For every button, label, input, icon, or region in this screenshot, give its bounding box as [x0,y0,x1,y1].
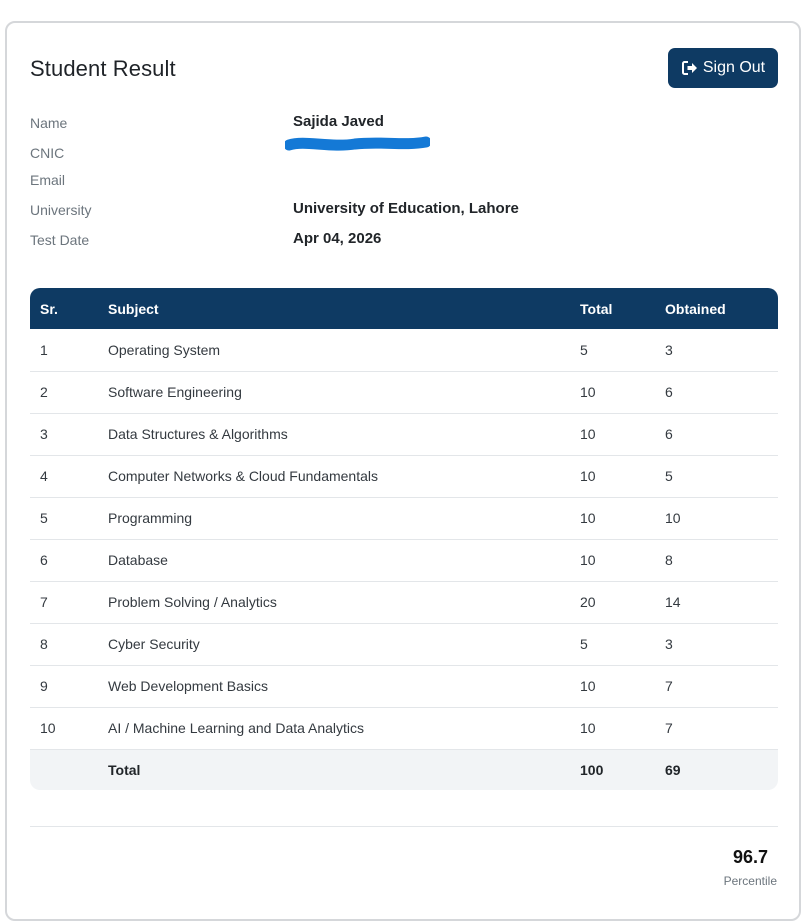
cell-obtained: 6 [665,384,673,400]
cell-total: 10 [580,426,596,442]
sign-out-button[interactable]: Sign Out [668,48,778,88]
header-subject: Subject [108,300,159,317]
cell-subject: Programming [108,510,193,526]
cell-subject: AI / Machine Learning and Data Analytics [108,720,365,736]
cell-subject: Problem Solving / Analytics [108,594,277,610]
section-divider [30,826,778,827]
cell-sr: 6 [40,552,48,568]
university-value: University of Education, Lahore [293,200,519,217]
header-obtained: Obtained [665,300,726,317]
result-card: Student Result Sign Out Name Sajida Jave… [5,21,801,921]
email-label: Email [30,172,66,188]
cell-total: 20 [580,594,596,610]
name-label: Name [30,115,68,131]
cell-total: 10 [580,720,596,736]
table-row: 5 Programming 10 10 [30,497,778,539]
results-table: Sr. Subject Total Obtained 1 Operating S… [30,288,778,790]
cell-total: 10 [580,510,596,526]
table-total-row: Total 100 69 [30,749,778,790]
cell-subject: Web Development Basics [108,678,269,694]
table-row: 9 Web Development Basics 10 7 [30,665,778,707]
page-title: Student Result [30,56,176,81]
table-header-row: Sr. Subject Total Obtained [30,288,778,329]
cell-subject: Database [108,552,168,568]
cell-total: 10 [580,678,596,694]
cell-obtained: 8 [665,552,673,568]
cell-subject: Operating System [108,341,221,358]
cell-total: 5 [580,636,588,652]
redaction-mark [285,136,430,151]
info-row-university: University University of Education, Laho… [7,200,799,222]
total-row-sr [30,749,108,790]
table-row: 1 Operating System 5 3 [30,329,778,371]
table-row: 3 Data Structures & Algorithms 10 6 [30,413,778,455]
cnic-label: CNIC [30,145,65,161]
cell-total: 10 [580,552,596,568]
sign-out-label: Sign Out [702,59,766,76]
test-date-label: Test Date [30,232,90,248]
table-row: 4 Computer Networks & Cloud Fundamentals… [30,455,778,497]
cell-obtained: 14 [665,594,681,610]
table-row: 10 AI / Machine Learning and Data Analyt… [30,707,778,749]
cell-subject: Software Engineering [108,384,242,400]
header-sr: Sr. [40,300,58,317]
percentile-value: 96.7 [732,847,768,867]
cell-sr: 8 [40,636,48,652]
cell-obtained: 5 [665,468,673,484]
test-date-value: Apr 04, 2026 [293,230,382,247]
name-value: Sajida Javed [293,113,384,130]
cell-subject: Data Structures & Algorithms [108,426,288,442]
total-row-label: Total [108,761,141,778]
percentile-label: Percentile [723,874,777,888]
info-row-email: Email [7,172,799,192]
cell-sr: 10 [40,720,56,736]
cell-obtained: 3 [665,341,673,358]
header-total: Total [580,300,613,317]
cell-subject: Cyber Security [108,636,200,652]
cell-sr: 2 [40,384,48,400]
cell-obtained: 7 [665,720,673,736]
table-row: 7 Problem Solving / Analytics 20 14 [30,581,778,623]
table-row: 6 Database 10 8 [30,539,778,581]
cell-subject: Computer Networks & Cloud Fundamentals [108,468,379,484]
table-row: 8 Cyber Security 5 3 [30,623,778,665]
sign-out-icon [681,59,699,77]
cell-obtained: 3 [665,636,673,652]
cell-total: 10 [580,468,596,484]
card-header: Student Result Sign Out [7,23,799,113]
cell-sr: 9 [40,678,48,694]
university-label: University [30,202,92,218]
cell-sr: 4 [40,468,48,484]
total-row-total: 100 [580,761,604,778]
info-row-name: Name Sajida Javed [7,113,799,135]
cell-sr: 1 [40,341,48,358]
cell-sr: 5 [40,510,48,526]
cell-total: 5 [580,341,588,358]
total-row-obtained: 69 [665,761,681,778]
info-row-test-date: Test Date Apr 04, 2026 [7,230,799,252]
cell-sr: 7 [40,594,48,610]
cell-obtained: 7 [665,678,673,694]
cell-sr: 3 [40,426,48,442]
cell-obtained: 10 [665,510,681,526]
cell-total: 10 [580,384,596,400]
cell-obtained: 6 [665,426,673,442]
table-row: 2 Software Engineering 10 6 [30,371,778,413]
